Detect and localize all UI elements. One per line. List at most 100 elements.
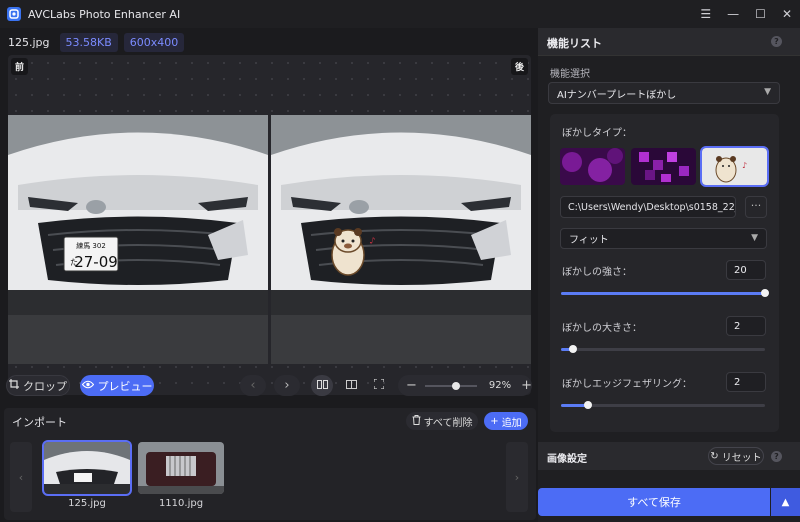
reset-label: リセット bbox=[721, 452, 762, 464]
preview-canvas: 前 後 練馬 302 た 27-09 ♪ bbox=[8, 55, 531, 395]
plate-top-text: 練馬 302 bbox=[76, 241, 106, 250]
preview-button[interactable]: プレビュー bbox=[80, 375, 154, 396]
next-image-button[interactable]: › bbox=[274, 375, 300, 396]
chevron-left-icon: ‹ bbox=[250, 378, 256, 393]
save-all-label: すべて保存 bbox=[627, 496, 681, 509]
fit-mode-value: フィット bbox=[569, 235, 609, 246]
sticker-path-value: C:\Users\Wendy\Desktop\s0158_22_ bbox=[568, 201, 736, 213]
blur-strength-slider[interactable] bbox=[561, 289, 769, 297]
zoom-in-button[interactable]: + bbox=[521, 378, 532, 393]
blur-type-label: ぼかしタイプ： bbox=[562, 128, 632, 139]
help-icon[interactable]: ? bbox=[771, 36, 782, 47]
add-button[interactable]: + 追加 bbox=[484, 412, 528, 430]
thumbnail-label: 1110.jpg bbox=[158, 498, 204, 509]
side-by-side-view-button[interactable] bbox=[311, 375, 333, 396]
zoom-control: − 92% + bbox=[398, 375, 532, 396]
import-title: インポート bbox=[12, 416, 67, 429]
preview-label: プレビュー bbox=[97, 379, 153, 393]
panel-title: 機能リスト bbox=[547, 37, 602, 50]
blur-type-mosaic[interactable] bbox=[631, 148, 696, 185]
edge-feather-label: ぼかしエッジフェザリング： bbox=[562, 379, 692, 390]
blur-strength-input[interactable]: 20 bbox=[726, 260, 766, 280]
chevron-down-icon: ▼ bbox=[751, 233, 758, 243]
blur-size-slider[interactable] bbox=[561, 345, 765, 353]
preview-toolbar: クロップ プレビュー ‹ › − 92% + bbox=[0, 373, 538, 399]
crop-label: クロップ bbox=[23, 379, 67, 393]
title-bar: AVCLabs Photo Enhancer AI ☰ — ☐ ✕ bbox=[0, 0, 800, 28]
zoom-slider[interactable] bbox=[424, 381, 477, 390]
blur-size-thumb[interactable] bbox=[569, 345, 578, 353]
app-logo-icon bbox=[7, 7, 21, 21]
save-options-button[interactable]: ▲ bbox=[771, 488, 800, 516]
before-image[interactable]: 練馬 302 た 27-09 bbox=[8, 115, 268, 364]
import-panel: インポート すべて削除 + 追加 ‹ 125.jpg 1110.jpg › bbox=[4, 408, 536, 520]
minimize-icon[interactable]: — bbox=[727, 7, 739, 21]
zoom-out-button[interactable]: − bbox=[406, 378, 417, 393]
svg-text:♪: ♪ bbox=[742, 161, 747, 170]
file-dimensions-badge: 600x400 bbox=[123, 32, 185, 52]
maximize-icon[interactable]: ☐ bbox=[755, 7, 766, 21]
blur-size-label: ぼかしの大きさ： bbox=[562, 323, 642, 334]
save-all-button[interactable]: すべて保存 bbox=[538, 488, 770, 516]
before-tag: 前 bbox=[11, 58, 29, 75]
app-title: AVCLabs Photo Enhancer AI bbox=[28, 7, 181, 21]
fit-screen-button[interactable] bbox=[368, 375, 390, 396]
help-icon[interactable]: ? bbox=[771, 451, 782, 462]
thumbnail-scroll-right-button[interactable]: › bbox=[506, 442, 528, 512]
reset-button[interactable]: ↻ リセット bbox=[708, 447, 764, 465]
compare-view-button[interactable] bbox=[340, 375, 362, 396]
function-panel: 機能リスト ? 機能選択 AIナンバープレートぼかし ▼ ぼかしタイプ： ♪ C… bbox=[538, 28, 800, 522]
delete-all-label: すべて削除 bbox=[423, 417, 473, 429]
edge-feather-slider[interactable] bbox=[561, 401, 765, 409]
file-name: 125.jpg bbox=[8, 35, 50, 49]
sticker-path-field[interactable]: C:\Users\Wendy\Desktop\s0158_22_ bbox=[560, 196, 736, 218]
edge-feather-thumb[interactable] bbox=[583, 401, 592, 409]
file-size-badge: 53.58KB bbox=[59, 32, 118, 52]
zoom-value: 92% bbox=[488, 380, 512, 391]
blur-strength-label: ぼかしの強さ： bbox=[562, 267, 632, 278]
blur-type-gaussian[interactable] bbox=[560, 148, 625, 185]
thumbnail-label: 125.jpg bbox=[68, 498, 106, 509]
chevron-right-icon: › bbox=[284, 378, 290, 393]
chevron-left-icon: ‹ bbox=[18, 470, 24, 484]
workspace: 125.jpg 53.58KB 600x400 前 後 練馬 302 た 27-… bbox=[0, 28, 538, 522]
thumbnail-125[interactable] bbox=[42, 440, 132, 496]
split-view-icon bbox=[316, 379, 328, 392]
image-settings-title: 画像設定 bbox=[547, 454, 587, 465]
reset-icon: ↻ bbox=[710, 450, 719, 462]
after-image[interactable]: ♪ bbox=[271, 115, 531, 364]
feature-select-label: 機能選択 bbox=[550, 69, 590, 80]
delete-all-button[interactable]: すべて削除 bbox=[406, 412, 478, 430]
blur-strength-fill bbox=[561, 292, 765, 295]
trash-icon bbox=[412, 414, 421, 428]
chevron-up-icon: ▲ bbox=[781, 496, 790, 508]
blur-settings-card: ぼかしタイプ： ♪ C:\Users\Wendy\Desktop\s0158_2… bbox=[550, 114, 779, 432]
menu-icon[interactable]: ☰ bbox=[700, 7, 711, 21]
image-settings-header: 画像設定 ↻ リセット ? bbox=[538, 442, 800, 470]
plate-number-text: 27-09 bbox=[74, 253, 118, 271]
file-info-bar: 125.jpg 53.58KB 600x400 bbox=[4, 32, 185, 52]
feature-dropdown-value: AIナンバープレートぼかし bbox=[557, 89, 677, 101]
edge-feather-input[interactable]: 2 bbox=[726, 372, 766, 392]
crop-button[interactable]: クロップ bbox=[6, 375, 70, 396]
browse-button[interactable]: ··· bbox=[745, 196, 767, 218]
blur-size-input[interactable]: 2 bbox=[726, 316, 766, 336]
fit-screen-icon bbox=[373, 378, 385, 392]
thumbnail-1110[interactable] bbox=[138, 442, 224, 494]
compare-view-icon bbox=[345, 379, 357, 392]
blur-type-sticker[interactable]: ♪ bbox=[700, 146, 769, 187]
previous-image-button[interactable]: ‹ bbox=[240, 375, 266, 396]
crop-icon bbox=[9, 379, 19, 392]
plus-icon: + bbox=[490, 415, 499, 427]
thumbnail-scroll-left-button[interactable]: ‹ bbox=[10, 442, 32, 512]
zoom-slider-thumb[interactable] bbox=[452, 381, 461, 390]
after-tag: 後 bbox=[510, 58, 528, 75]
panel-header: 機能リスト ? bbox=[538, 28, 800, 56]
add-label: 追加 bbox=[501, 417, 522, 429]
chevron-down-icon: ▼ bbox=[764, 87, 771, 97]
blur-strength-thumb[interactable] bbox=[761, 289, 769, 297]
feature-dropdown[interactable]: AIナンバープレートぼかし ▼ bbox=[548, 82, 780, 104]
fit-mode-dropdown[interactable]: フィット ▼ bbox=[560, 228, 767, 249]
eye-icon bbox=[81, 379, 94, 392]
close-icon[interactable]: ✕ bbox=[782, 7, 792, 21]
